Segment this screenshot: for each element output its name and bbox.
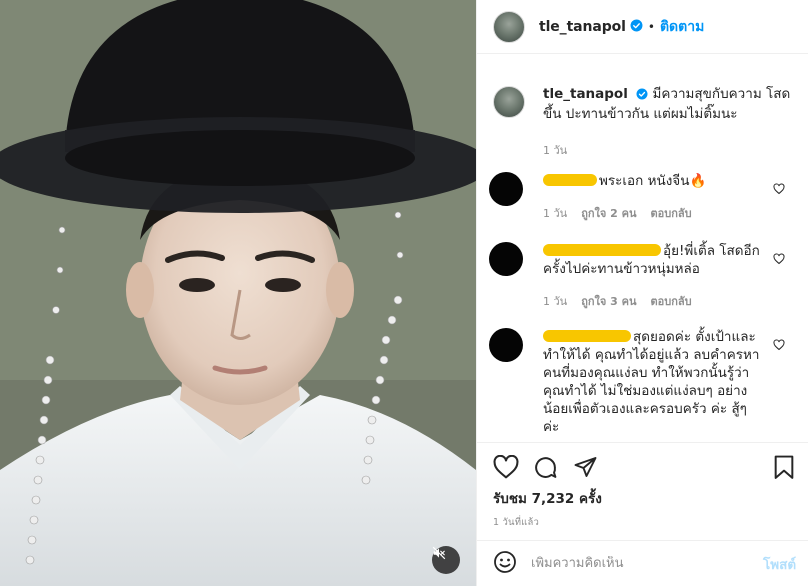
caption: tle_tanapol มีความสุขกับความ โสด ขึ้น ปะ… [493,85,793,159]
comment-text: พระเอก หนังจีน🔥 [543,172,765,190]
verified-badge-icon [636,87,648,105]
comment-body: สุดยอดค่ะ ตั้งเป้าและทำให้ได้ คุณทำได้อย… [543,329,760,435]
comment-meta: 1 วัน ถูกใจ 3 คน ตอบกลับ [543,292,765,310]
reply-button[interactable]: ตอบกลับ [651,204,692,222]
mute-icon [432,546,446,560]
add-comment-bar: โพสต์ [477,540,808,586]
redacted-username [543,330,631,342]
post-header: tle_tanapol • ติดตาม [477,0,808,54]
share-icon[interactable] [573,455,598,483]
heart-icon[interactable] [493,454,519,483]
post-actions: รับชม 7,232 ครั้ง 1 วันที่แล้ว [477,442,808,530]
avatar[interactable] [489,328,523,362]
post-date[interactable]: 1 วันที่แล้ว [493,515,539,530]
post-photo [0,0,476,586]
mute-button[interactable] [432,546,460,574]
caption-username[interactable]: tle_tanapol [543,86,628,102]
avatar[interactable] [489,172,523,206]
like-comment-icon[interactable] [773,336,785,355]
comment-item: สุดยอดค่ะ ตั้งเป้าและทำให้ได้ คุณทำได้อย… [489,328,789,436]
comment-body: พระเอก หนังจีน🔥 [599,173,707,189]
reply-button[interactable]: ตอบกลับ [651,292,692,310]
comment-text: สุดยอดค่ะ ตั้งเป้าและทำให้ได้ คุณทำได้อย… [543,328,765,436]
follow-button[interactable]: ติดตาม [660,16,704,38]
separator-dot: • [647,19,655,34]
post-comment-button[interactable]: โพสต์ [763,553,796,575]
caption-meta: 1 วัน [543,141,793,159]
comment-text: อุ้ย!พี่เติ้ล โสดอีกครั้งไปค่ะทานข้าวหนุ… [543,242,765,278]
like-comment-icon[interactable] [773,180,785,199]
verified-badge-icon [630,17,643,36]
comment-meta: 1 วัน ถูกใจ 2 คน ตอบกลับ [543,204,765,222]
like-comment-icon[interactable] [773,250,785,269]
comment-likes[interactable]: ถูกใจ 3 คน [581,292,636,310]
comments-list[interactable]: tle_tanapol มีความสุขกับความ โสด ขึ้น ปะ… [477,55,808,442]
comment-time[interactable]: 1 วัน [543,204,567,222]
comment-likes[interactable]: ถูกใจ 2 คน [581,204,636,222]
redacted-username [543,174,597,186]
redacted-username [543,244,661,256]
post-details-panel: tle_tanapol • ติดตาม tle_tanapol มีความส… [476,0,808,586]
avatar[interactable] [493,86,525,118]
emoji-icon[interactable] [493,550,517,578]
comment-input[interactable] [531,556,749,571]
caption-time[interactable]: 1 วัน [543,141,567,159]
comment-item: อุ้ย!พี่เติ้ล โสดอีกครั้งไปค่ะทานข้าวหนุ… [489,242,789,310]
bookmark-icon[interactable] [773,455,795,484]
caption-text: tle_tanapol มีความสุขกับความ โสด ขึ้น ปะ… [543,85,793,123]
avatar[interactable] [493,10,525,43]
post-media[interactable] [0,0,476,586]
post-username[interactable]: tle_tanapol [539,19,626,35]
comment-item: พระเอก หนังจีน🔥 1 วัน ถูกใจ 2 คน ตอบกลับ [489,172,789,222]
comment-time[interactable]: 1 วัน [543,292,567,310]
comment-icon[interactable] [533,455,558,484]
view-count[interactable]: รับชม 7,232 ครั้ง [493,487,602,509]
avatar[interactable] [489,242,523,276]
